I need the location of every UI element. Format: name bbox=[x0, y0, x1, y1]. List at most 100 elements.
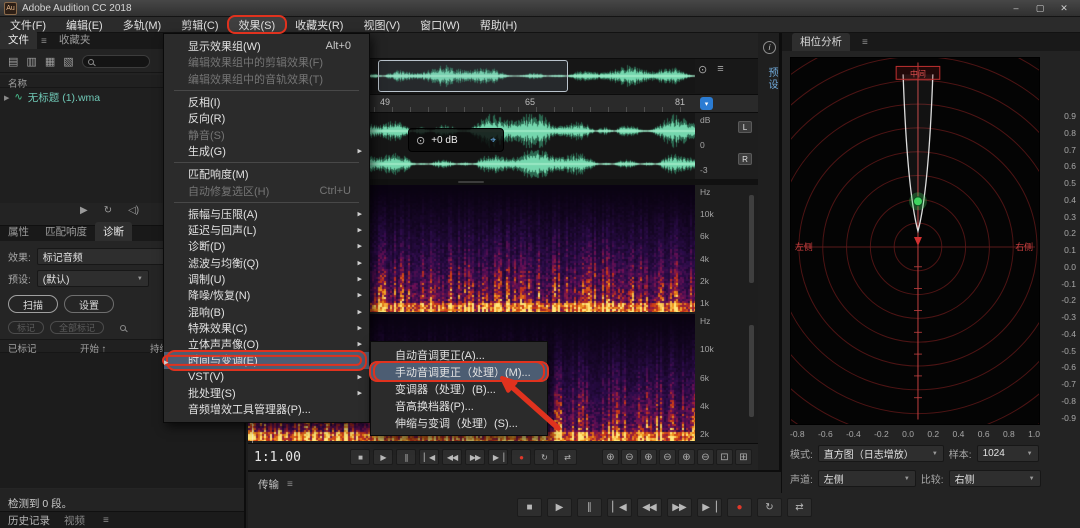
vertical-scrollbar[interactable] bbox=[749, 195, 754, 283]
panel-tab[interactable]: 属性 bbox=[0, 222, 37, 241]
channel-dropdown[interactable]: 左侧 ▼ bbox=[818, 470, 916, 487]
skip-selection-button[interactable]: ⇄ bbox=[787, 498, 812, 517]
play-button[interactable]: ▶ bbox=[547, 498, 572, 517]
menu-bar-item[interactable]: 视图(V) bbox=[353, 17, 410, 32]
panel-tab[interactable]: 诊断 bbox=[95, 222, 132, 241]
phase-panel-title[interactable]: 相位分析 bbox=[792, 33, 850, 51]
tab-favorites[interactable]: 收藏夹 bbox=[51, 30, 99, 49]
zoom-to-selection-icon[interactable]: ⊡ bbox=[716, 449, 733, 465]
panel-menu-icon[interactable]: ≡ bbox=[99, 513, 113, 528]
maximize-button[interactable]: ▢ bbox=[1028, 3, 1052, 14]
import-file-icon[interactable]: ▤ bbox=[8, 55, 18, 68]
right-channel-button[interactable]: R bbox=[738, 153, 752, 165]
overview-selection[interactable] bbox=[378, 60, 568, 92]
menu-item[interactable]: 调制(U) bbox=[164, 271, 369, 287]
menu-bar-item[interactable]: 收藏夹(R) bbox=[285, 17, 353, 32]
new-file-icon[interactable]: ▥ bbox=[26, 55, 36, 68]
scan-button[interactable]: 扫描 bbox=[8, 295, 58, 313]
panel-options-icon[interactable]: ≡ bbox=[717, 63, 723, 76]
stop-button[interactable]: ■ bbox=[350, 449, 370, 465]
fast-forward-button[interactable]: ▶▶ bbox=[465, 449, 485, 465]
settings-button[interactable]: 设置 bbox=[64, 295, 114, 313]
menu-item[interactable] bbox=[174, 162, 359, 163]
menu-item[interactable]: 显示效果组(W) Alt+0 bbox=[164, 38, 369, 54]
menu-item[interactable]: 延迟与回声(L) bbox=[164, 222, 369, 238]
menu-item[interactable]: 混响(B) bbox=[164, 303, 369, 319]
menu-item[interactable]: 生成(G) bbox=[164, 143, 369, 159]
preset-vertical-tab[interactable]: 预设 bbox=[764, 67, 779, 91]
preset-dropdown[interactable]: (默认) ▼ bbox=[37, 270, 149, 287]
mode-dropdown[interactable]: 直方图（日志增放） ▼ bbox=[818, 445, 944, 462]
rewind-button[interactable]: ◀◀ bbox=[442, 449, 462, 465]
menu-item[interactable] bbox=[174, 202, 359, 203]
skip-selection-button[interactable]: ⇄ bbox=[557, 449, 577, 465]
menu-item[interactable]: 编辑效果组中的音轨效果(T) bbox=[164, 71, 369, 87]
pause-button[interactable]: ∥ bbox=[577, 498, 602, 517]
close-button[interactable]: ✕ bbox=[1052, 3, 1076, 14]
preview-loop-icon[interactable]: ↻ bbox=[104, 205, 112, 216]
panel-menu-icon[interactable]: ≡ bbox=[287, 479, 293, 490]
loop-button[interactable]: ↻ bbox=[534, 449, 554, 465]
hud-pin-icon[interactable]: ⌖ bbox=[490, 135, 496, 146]
zoom-in-icon[interactable]: ⊕ bbox=[602, 449, 619, 465]
expand-icon[interactable]: ▶ bbox=[4, 94, 9, 102]
preview-volume-icon[interactable]: ◁) bbox=[128, 205, 139, 216]
menu-bar-item[interactable]: 窗口(W) bbox=[410, 17, 470, 32]
menu-item[interactable]: 批处理(S) bbox=[164, 385, 369, 401]
vertical-scrollbar[interactable] bbox=[749, 325, 754, 417]
tab-history[interactable]: 历史记录 bbox=[8, 513, 50, 528]
menu-item[interactable]: 匹配响度(M) bbox=[164, 166, 369, 182]
minimize-button[interactable]: – bbox=[1004, 3, 1028, 14]
zoom-out-time-icon[interactable]: ⊖ bbox=[659, 449, 676, 465]
menu-item[interactable]: 时间与变调(E) bbox=[164, 352, 369, 368]
menu-bar-item[interactable]: 效果(S) bbox=[229, 17, 286, 32]
menu-item[interactable]: 立体声声像(O) bbox=[164, 336, 369, 352]
mark-all-button[interactable]: 全部标记 bbox=[50, 321, 104, 334]
menu-bar-item[interactable]: 剪辑(C) bbox=[171, 17, 228, 32]
rewind-button[interactable]: ◀◀ bbox=[637, 498, 662, 517]
submenu-item[interactable]: 自动音调更正(A)... bbox=[371, 346, 547, 363]
zoom-navigator-icon[interactable]: ⊙ bbox=[698, 63, 707, 76]
panel-menu-icon[interactable]: ≡ bbox=[37, 34, 51, 49]
record-button[interactable]: ● bbox=[727, 498, 752, 517]
tab-video[interactable]: 视频 bbox=[64, 513, 85, 528]
left-channel-button[interactable]: L bbox=[738, 121, 752, 133]
menu-item[interactable]: 特殊效果(C) bbox=[164, 320, 369, 336]
mark-button[interactable]: 标记 bbox=[8, 321, 44, 334]
menu-item[interactable]: 振幅与压限(A) bbox=[164, 206, 369, 222]
info-icon[interactable]: i bbox=[763, 41, 776, 54]
marker-button[interactable]: ▾ bbox=[700, 97, 713, 110]
zoom-in-amplitude-icon[interactable]: ⊕ bbox=[678, 449, 695, 465]
pause-button[interactable]: ∥ bbox=[396, 449, 416, 465]
trash-icon[interactable]: ▧ bbox=[63, 55, 73, 68]
menu-item[interactable]: 反向(R) bbox=[164, 110, 369, 126]
panel-menu-icon[interactable]: ≡ bbox=[858, 35, 872, 50]
preview-play-icon[interactable]: ▶ bbox=[80, 205, 88, 216]
menu-item[interactable]: 静音(S) bbox=[164, 126, 369, 142]
samples-dropdown[interactable]: 1024 ▼ bbox=[977, 445, 1039, 462]
skip-to-end-button[interactable]: ▶▕ bbox=[488, 449, 508, 465]
skip-to-start-button[interactable]: ▏◀ bbox=[607, 498, 632, 517]
zoom-in-time-icon[interactable]: ⊕ bbox=[640, 449, 657, 465]
search-markers-icon[interactable] bbox=[120, 325, 126, 331]
zoom-out-amplitude-icon[interactable]: ⊖ bbox=[697, 449, 714, 465]
menu-item[interactable]: 编辑效果组中的剪辑效果(F) bbox=[164, 54, 369, 70]
menu-item[interactable]: 降噪/恢复(N) bbox=[164, 287, 369, 303]
open-file-icon[interactable]: ▦ bbox=[45, 55, 55, 68]
menu-item[interactable] bbox=[174, 90, 359, 91]
stop-button[interactable]: ■ bbox=[517, 498, 542, 517]
volume-hud[interactable]: ⊙ +0 dB ⌖ bbox=[408, 128, 504, 152]
menu-item[interactable]: 诊断(D) bbox=[164, 238, 369, 254]
record-button[interactable]: ● bbox=[511, 449, 531, 465]
skip-to-end-button[interactable]: ▶▕ bbox=[697, 498, 722, 517]
zoom-out-icon[interactable]: ⊖ bbox=[621, 449, 638, 465]
play-button[interactable]: ▶ bbox=[373, 449, 393, 465]
menu-bar-item[interactable]: 多轨(M) bbox=[113, 17, 172, 32]
menu-item[interactable]: VST(V) bbox=[164, 369, 369, 385]
menu-bar-item[interactable]: 帮助(H) bbox=[470, 17, 527, 32]
menu-item[interactable]: 自动修复选区(H) Ctrl+U bbox=[164, 182, 369, 198]
skip-to-start-button[interactable]: ▏◀ bbox=[419, 449, 439, 465]
fast-forward-button[interactable]: ▶▶ bbox=[667, 498, 692, 517]
menu-item[interactable]: 滤波与均衡(Q) bbox=[164, 255, 369, 271]
menu-item[interactable]: 音频增效工具管理器(P)... bbox=[164, 401, 369, 417]
